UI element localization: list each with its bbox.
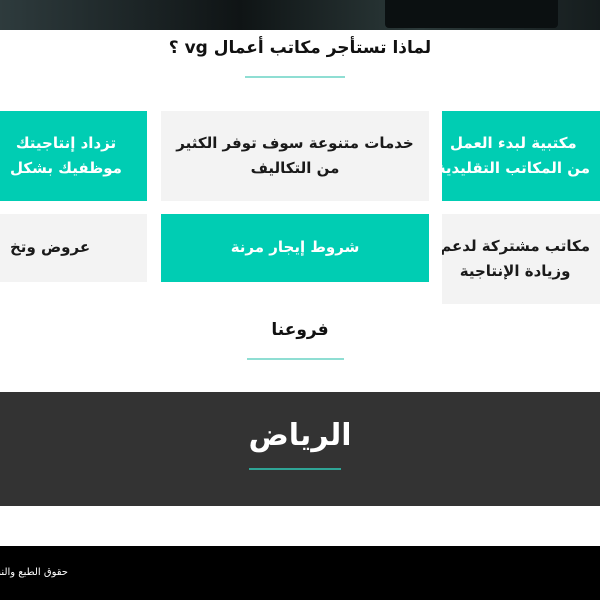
feature-card-line: وزيادة الإنتاجية [459,262,571,280]
feature-card-shared-offices: مكاتب مشتركة لدعم وزيادة الإنتاجية [442,214,600,304]
why-rent-underline [245,76,345,78]
feature-card-line: خدمات متنوعة سوف توفر الكثير [176,133,414,152]
feature-card-offers: عروض وتخ [0,214,147,282]
copyright-label: حقوق الطبع والنشر [0,567,68,578]
footer [0,546,600,600]
feature-card-line: عروض وتخ [10,238,91,257]
feature-card-line: شروط إيجار مرنة [230,238,360,257]
feature-card-services: خدمات متنوعة سوف توفر الكثير من التكاليف [161,111,429,201]
why-rent-title: لماذا تستأجر مكاتب أعمال vg ؟ [168,38,432,58]
feature-card-productivity: تزداد إنتاجيتك موظفيك بشكل [0,111,147,201]
branch-riyadh-name[interactable]: الرياض [0,418,600,453]
branches-title: فروعنا [271,320,329,340]
branch-underline [249,468,341,470]
feature-card-line: مكتبية لبدء العمل [450,133,577,152]
feature-card-line: من المكاتب التقليدية [442,159,590,177]
copyright-text: حقوق الطبع والنشر [0,567,68,578]
feature-card-line: من التكاليف [250,159,340,177]
feature-card-flexible-terms: شروط إيجار مرنة [161,214,429,282]
hero-dark-bar [385,0,558,28]
feature-card-line: موظفيك بشكل [10,159,122,177]
hero-image-strip [0,0,600,30]
feature-card-line: مكاتب مشتركة لدعم [442,236,590,255]
branches-underline [247,358,344,360]
feature-card-office-start: مكتبية لبدء العمل من المكاتب التقليدية [442,111,600,201]
feature-card-line: تزداد إنتاجيتك [15,133,117,152]
